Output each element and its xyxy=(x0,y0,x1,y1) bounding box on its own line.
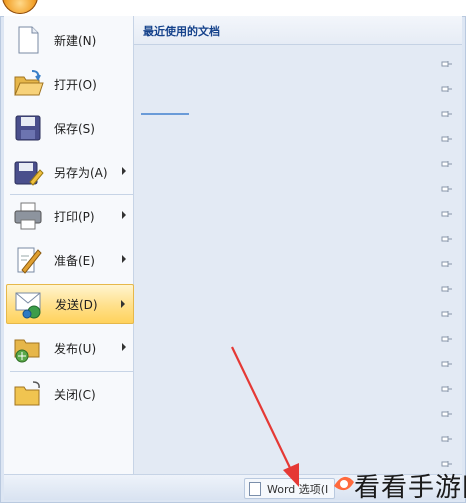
pin-icon[interactable] xyxy=(441,354,453,367)
menu-item-label: 另存为(A) xyxy=(54,165,108,180)
menu-divider xyxy=(10,194,134,195)
watermark-logo-icon xyxy=(334,476,354,491)
pin-icon[interactable] xyxy=(441,104,453,117)
recent-documents-pane: 最近使用的文档 xyxy=(134,16,462,474)
pin-icon[interactable] xyxy=(441,204,453,217)
recent-documents-title: 最近使用的文档 xyxy=(143,25,220,38)
menu-divider xyxy=(10,371,134,372)
save-disk-icon xyxy=(12,112,44,144)
pin-icon[interactable] xyxy=(441,304,453,317)
menu-item-label: 新建(N) xyxy=(54,33,97,48)
pin-icon[interactable] xyxy=(441,454,453,467)
menu-item-label: 发布(U) xyxy=(54,341,97,356)
menu-item-open[interactable]: 打开(O) xyxy=(6,64,134,104)
pin-icon[interactable] xyxy=(441,329,453,342)
menu-item-send[interactable]: 发送(D) xyxy=(6,284,134,324)
recent-header: 最近使用的文档 xyxy=(134,16,462,45)
submenu-arrow-icon xyxy=(121,300,125,308)
printer-icon xyxy=(12,200,44,232)
menu-item-prepare[interactable]: 准备(E) xyxy=(6,240,134,280)
pin-icon[interactable] xyxy=(441,79,453,92)
office-button[interactable] xyxy=(0,0,40,16)
menu-item-label: 保存(S) xyxy=(54,121,95,136)
submenu-arrow-icon xyxy=(122,167,126,175)
pin-icon[interactable] xyxy=(441,429,453,442)
pin-icon[interactable] xyxy=(441,54,453,67)
submenu-arrow-icon xyxy=(122,343,126,351)
save-as-icon xyxy=(12,156,44,188)
pin-icon[interactable] xyxy=(441,404,453,417)
watermark: 看看手游网 xyxy=(332,467,466,503)
menu-item-label: 关闭(C) xyxy=(54,387,96,402)
word-options-button[interactable]: Word 选项(I xyxy=(244,478,336,499)
send-icon xyxy=(13,288,45,320)
pin-icon[interactable] xyxy=(441,154,453,167)
menu-item-label: 发送(D) xyxy=(55,297,98,312)
open-folder-icon xyxy=(12,68,44,100)
pin-icon[interactable] xyxy=(441,379,453,392)
pin-icon[interactable] xyxy=(441,179,453,192)
office-orb-icon xyxy=(2,0,38,14)
menu-item-label: 打开(O) xyxy=(54,77,97,92)
submenu-arrow-icon xyxy=(122,255,126,263)
menu-item-save-as[interactable]: 另存为(A) xyxy=(6,152,134,192)
pin-icon[interactable] xyxy=(441,129,453,142)
prepare-pen-icon xyxy=(12,244,44,276)
menu-item-label: 准备(E) xyxy=(54,253,95,268)
close-folder-icon xyxy=(12,378,44,410)
new-document-icon xyxy=(12,24,44,56)
menu-item-print[interactable]: 打印(P) xyxy=(6,196,134,236)
command-list: 新建(N) 打开(O) 保存(S) 另存为(A) 打印(P) 准备(E) 发送(… xyxy=(4,16,134,474)
watermark-text: 看看手游网 xyxy=(354,473,466,503)
publish-icon xyxy=(12,332,44,364)
pin-icon[interactable] xyxy=(441,254,453,267)
menu-item-publish[interactable]: 发布(U) xyxy=(6,328,134,368)
menu-item-new[interactable]: 新建(N) xyxy=(6,20,134,60)
menu-item-close[interactable]: 关闭(C) xyxy=(6,374,134,414)
word-options-label: Word 选项(I xyxy=(267,482,329,496)
pin-icon[interactable] xyxy=(441,279,453,292)
pin-icon[interactable] xyxy=(441,229,453,242)
recent-document-underline xyxy=(141,113,189,115)
menu-item-save[interactable]: 保存(S) xyxy=(6,108,134,148)
options-document-icon xyxy=(249,481,261,496)
menu-item-label: 打印(P) xyxy=(54,209,95,224)
submenu-arrow-icon xyxy=(122,211,126,219)
